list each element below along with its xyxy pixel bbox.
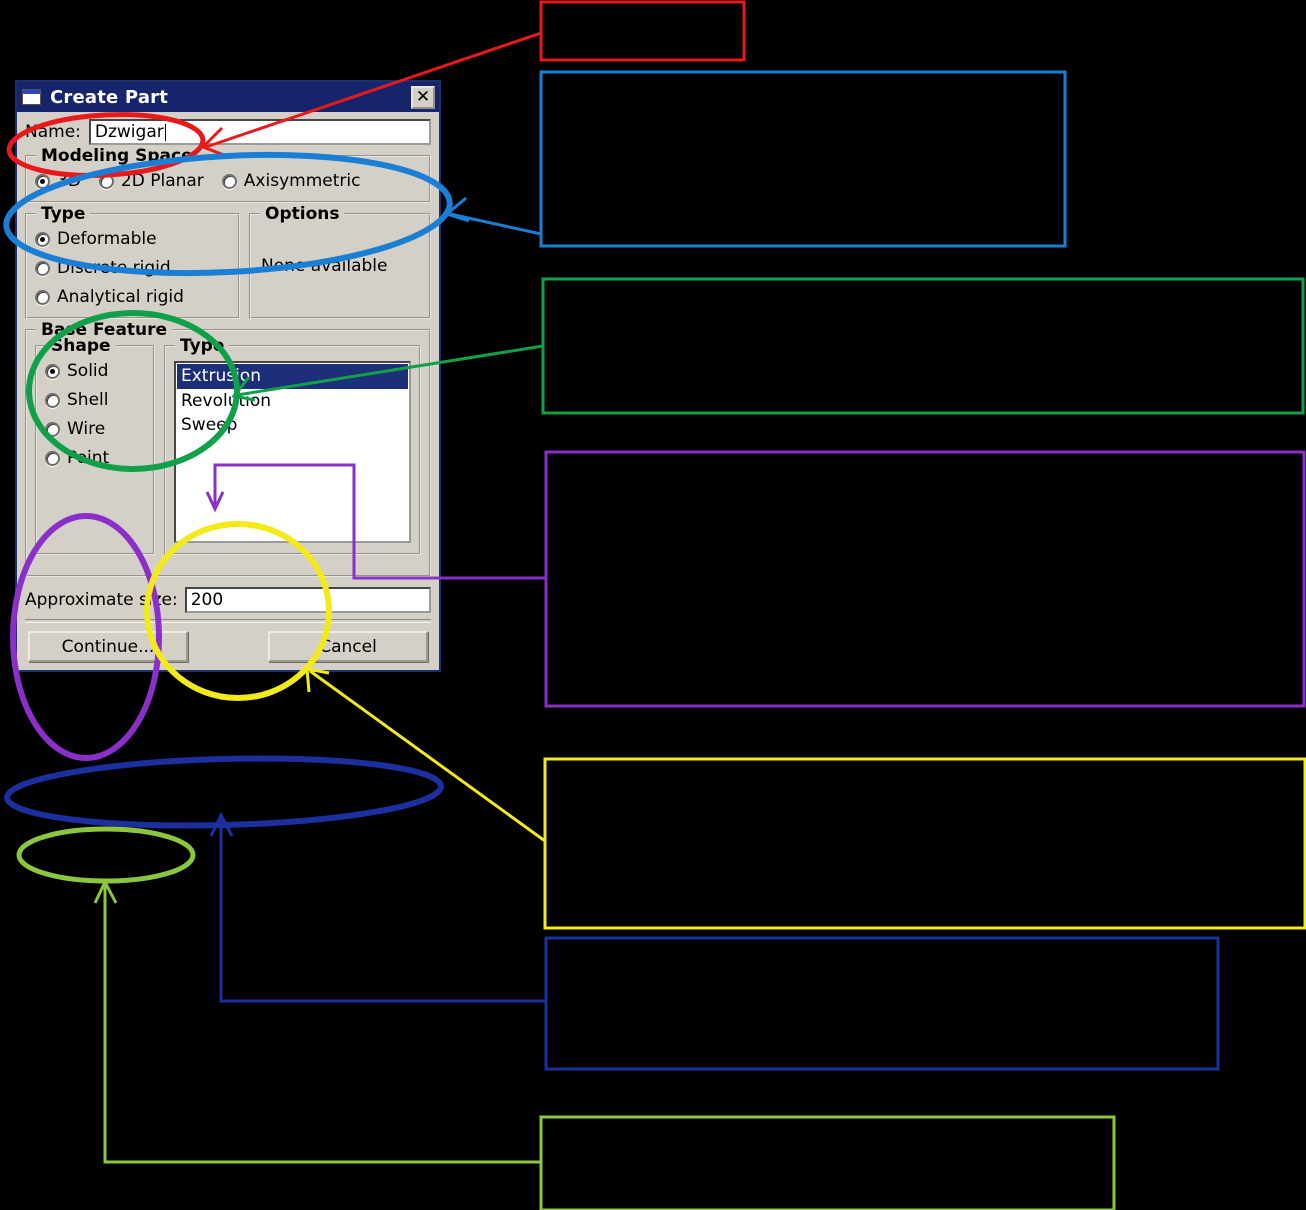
base-feature-inner: Shape Solid Shell Wire Point Type Extrus… [35, 336, 421, 565]
cancel-button[interactable]: Cancel [268, 631, 428, 662]
highlight-approx-size [4, 755, 444, 829]
radio-deformable-label: Deformable [57, 229, 157, 249]
radio-dot-icon [98, 173, 114, 189]
radio-2d-planar-label: 2D Planar [120, 171, 204, 191]
radio-3d-label: 3D [57, 171, 81, 191]
list-item-revolution[interactable]: Revolution [177, 389, 408, 414]
radio-point-label: Point [67, 448, 110, 468]
shape-group: Shape Solid Shell Wire Point [35, 336, 155, 555]
radio-wire[interactable]: Wire [45, 419, 145, 439]
arrowhead-modeling-space [443, 196, 470, 223]
modeling-space-legend: Modeling Space [36, 146, 198, 166]
options-legend: Options [260, 204, 345, 224]
type-group: Type Deformable Discrete rigid Analytica… [25, 204, 240, 319]
radio-analytical-rigid[interactable]: Analytical rigid [35, 287, 230, 307]
type-legend: Type [36, 204, 91, 224]
callout-box-feature-type [543, 757, 1306, 930]
name-input-value: Dzwigar [94, 122, 164, 142]
radio-dot-icon [221, 173, 237, 189]
annotation-navy [4, 755, 1220, 1071]
approximate-size-row: Approximate size: 200 [25, 587, 431, 613]
arrowhead-continue [93, 878, 118, 904]
window-icon [22, 89, 41, 105]
radio-dot-icon [35, 289, 50, 305]
highlight-continue [16, 826, 196, 884]
continue-button[interactable]: Continue... [28, 631, 188, 662]
radio-point[interactable]: Point [45, 448, 145, 468]
base-feature-group: Base Feature Shape Solid Shell Wire Poin… [25, 320, 431, 577]
base-feature-type-legend: Type [175, 336, 230, 356]
type-options: Deformable Discrete rigid Analytical rig… [35, 229, 230, 307]
button-row: Continue... Cancel [25, 631, 431, 664]
radio-solid-label: Solid [67, 361, 109, 381]
shape-legend: Shape [46, 336, 116, 356]
radio-analytical-rigid-label: Analytical rigid [57, 287, 184, 307]
close-icon[interactable]: ✕ [411, 85, 435, 109]
radio-wire-label: Wire [67, 419, 106, 439]
dialog-title: Create Part [50, 86, 169, 108]
callout-box-modeling-space [539, 70, 1067, 248]
radio-discrete-rigid[interactable]: Discrete rigid [35, 258, 230, 278]
radio-deformable[interactable]: Deformable [35, 229, 230, 249]
radio-dot-icon [35, 173, 50, 189]
shape-options: Solid Shell Wire Point [45, 361, 145, 468]
leader-line-continue [103, 885, 541, 1164]
base-feature-type-group: Type Extrusion Revolution Sweep [164, 336, 421, 555]
callout-box-name [539, 0, 746, 62]
radio-dot-icon [45, 392, 60, 408]
radio-solid[interactable]: Solid [45, 361, 145, 381]
radio-dot-icon [35, 260, 50, 276]
options-group: Options None available [249, 204, 431, 319]
base-feature-type-listbox[interactable]: Extrusion Revolution Sweep [174, 361, 411, 543]
radio-shell[interactable]: Shell [45, 390, 145, 410]
callout-box-approx-size [544, 936, 1220, 1071]
dialog-titlebar[interactable]: Create Part ✕ [17, 82, 439, 112]
name-label: Name: [25, 122, 81, 142]
radio-discrete-rigid-label: Discrete rigid [57, 258, 171, 278]
dialog-body: Name: Dzwigar Modeling Space 3D 2D Plana… [17, 112, 439, 670]
arrowhead-feature-type [305, 667, 330, 693]
radio-dot-icon [45, 450, 60, 466]
radio-axisymmetric-label: Axisymmetric [243, 171, 361, 191]
radio-dot-icon [35, 231, 50, 247]
leader-line-approx-size [219, 818, 546, 1003]
name-input[interactable]: Dzwigar [88, 119, 431, 145]
radio-shell-label: Shell [67, 390, 109, 410]
type-options-row: Type Deformable Discrete rigid Analytica… [25, 204, 431, 329]
radio-axisymmetric[interactable]: Axisymmetric [221, 171, 361, 191]
list-item-sweep[interactable]: Sweep [177, 413, 408, 438]
approximate-size-label: Approximate size: [25, 590, 178, 610]
modeling-space-options: 3D 2D Planar Axisymmetric [35, 171, 421, 191]
radio-dot-icon [45, 363, 60, 379]
approximate-size-value: 200 [190, 590, 224, 610]
radio-3d[interactable]: 3D [35, 171, 81, 191]
name-row: Name: Dzwigar [25, 119, 431, 145]
leader-line-feature-type [309, 669, 546, 843]
leader-line-modeling-space [449, 212, 542, 236]
options-empty-text: None available [261, 256, 388, 276]
callout-box-continue [539, 1115, 1116, 1210]
callout-box-base-feature [544, 450, 1306, 708]
create-part-dialog: Create Part ✕ Name: Dzwigar Modeling Spa… [15, 80, 441, 672]
approximate-size-input[interactable]: 200 [184, 587, 431, 613]
callout-box-options [541, 277, 1305, 415]
text-caret [164, 123, 166, 141]
divider [25, 619, 431, 623]
arrowhead-approx-size [209, 811, 234, 837]
annotation-lightgreen [16, 826, 1116, 1210]
modeling-space-group: Modeling Space 3D 2D Planar Axisymmetric [25, 146, 431, 203]
list-item-extrusion[interactable]: Extrusion [177, 364, 408, 389]
radio-dot-icon [45, 421, 60, 437]
radio-2d-planar[interactable]: 2D Planar [98, 171, 204, 191]
